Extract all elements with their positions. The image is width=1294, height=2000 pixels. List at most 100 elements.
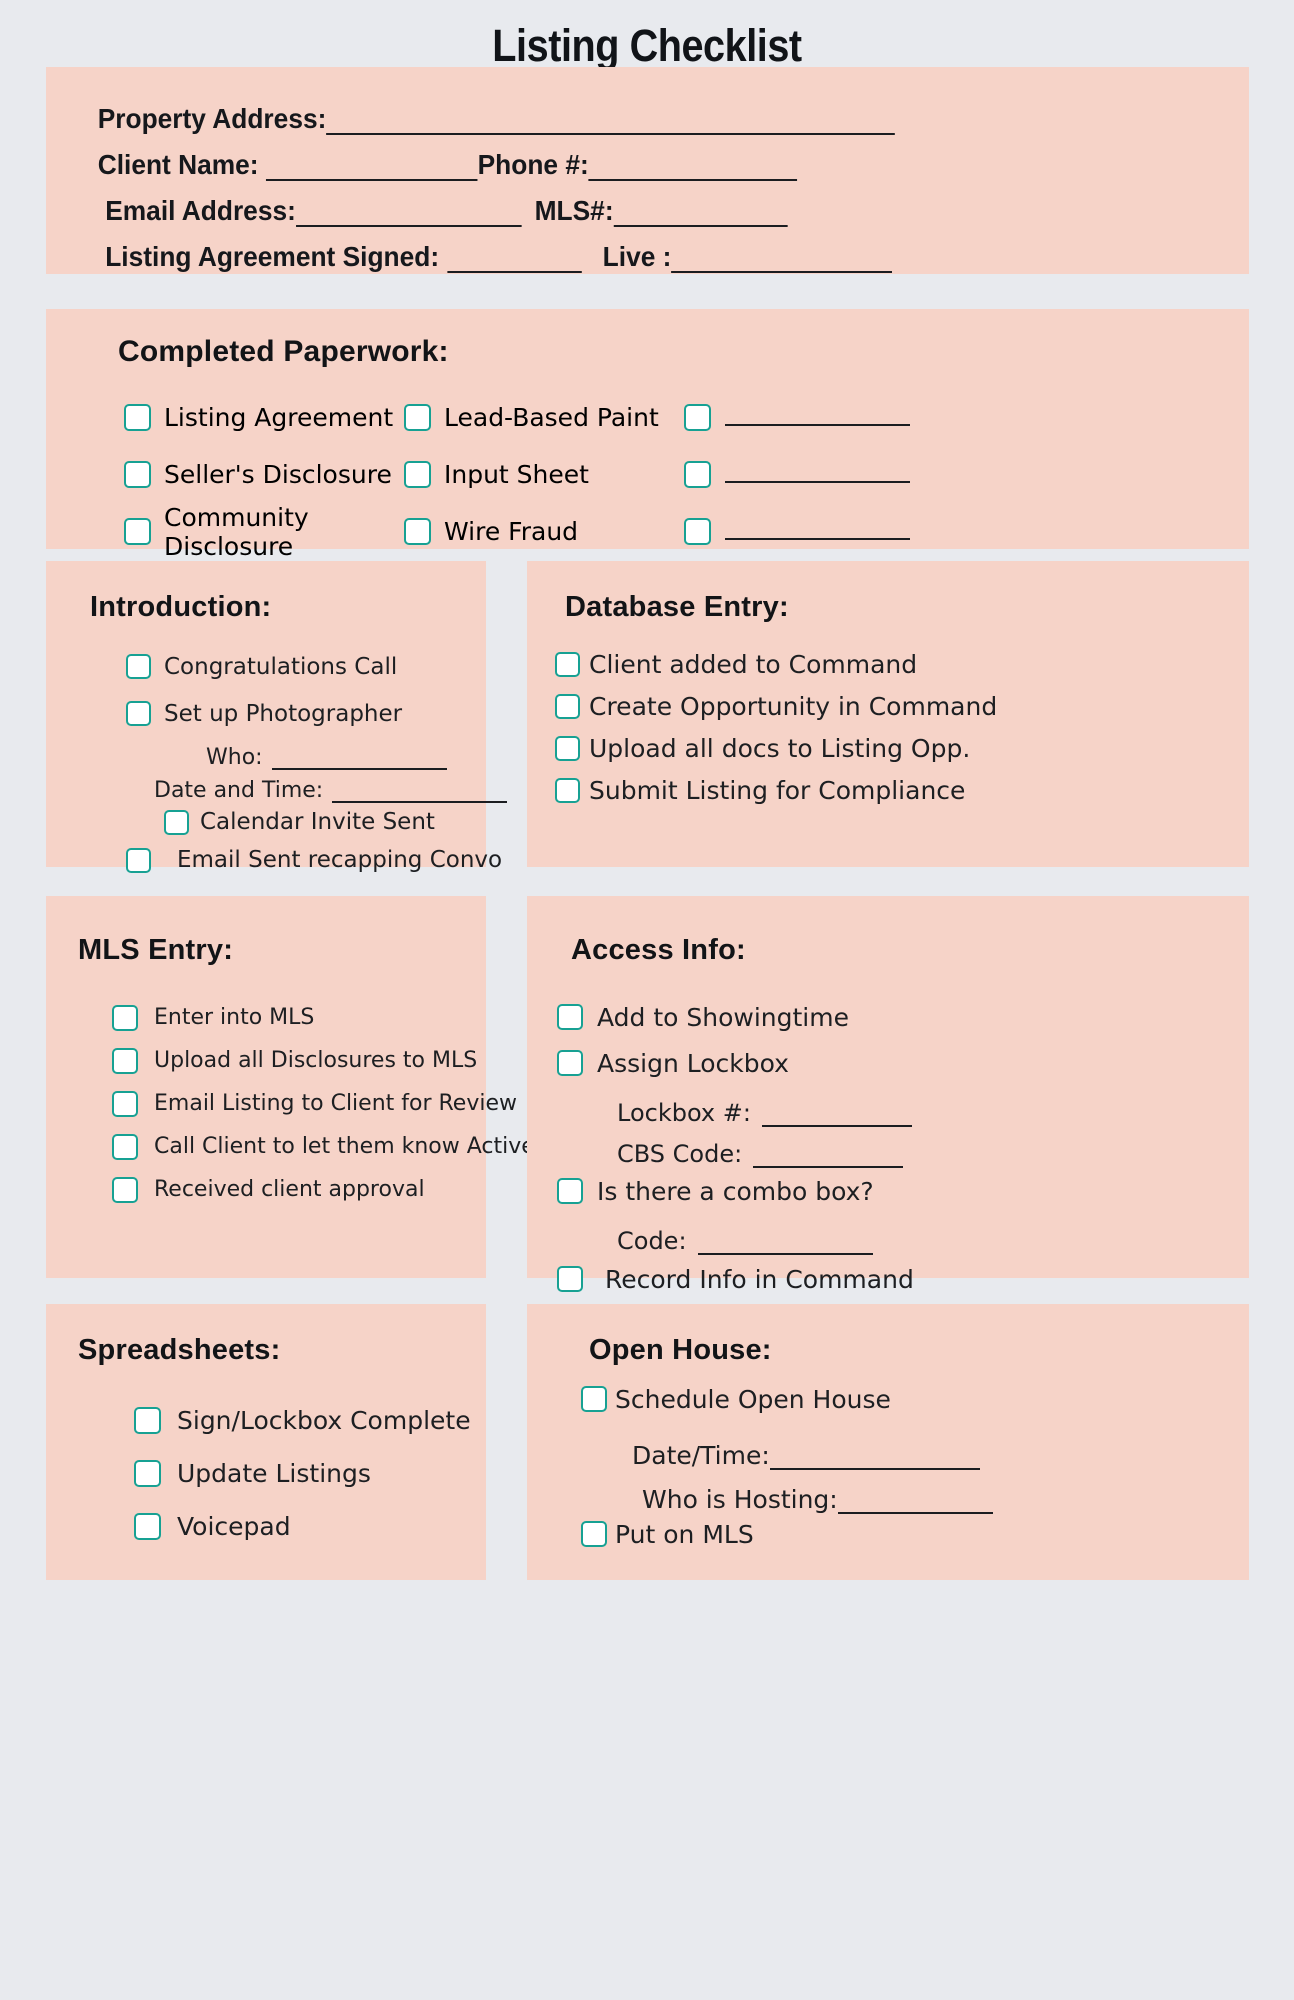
intro-who-blank[interactable] (271, 747, 447, 770)
completed-paperwork-card: Completed Paperwork: Listing Agreement L… (46, 309, 1249, 561)
intro-item-set-up-photographer[interactable]: Set up Photographer (46, 690, 486, 737)
checkbox-icon[interactable] (404, 461, 431, 488)
db-item-client-added-to-command[interactable]: Client added to Command (527, 643, 1249, 685)
db-item-upload-all-docs[interactable]: Upload all docs to Listing Opp. (527, 727, 1249, 769)
checkbox-icon[interactable] (126, 701, 151, 726)
mls-item-email-listing-to-client[interactable]: Email Listing to Client for Review (46, 1082, 517, 1125)
spreadsheet-item-voicepad[interactable]: Voicepad (46, 1500, 486, 1553)
spreadsheet-item-label: Sign/Lockbox Complete (177, 1406, 471, 1435)
property-address-blank[interactable] (326, 109, 896, 135)
open-house-item-schedule[interactable]: Schedule Open House (527, 1376, 1249, 1422)
paperwork-item-community-disclosure[interactable]: Community Disclosure (46, 503, 404, 561)
paperwork-item-lead-based-paint[interactable]: Lead-Based Paint (404, 403, 684, 432)
checkbox-icon[interactable] (134, 1407, 161, 1434)
checkbox-icon[interactable] (557, 1178, 583, 1204)
checkbox-icon[interactable] (555, 651, 580, 677)
completed-paperwork-grid: Listing Agreement Lead-Based Paint Selle… (46, 389, 1249, 561)
checkbox-icon[interactable] (581, 1386, 607, 1412)
access-item-label: Assign Lockbox (597, 1048, 789, 1078)
mls-number-label: MLS#: (534, 195, 614, 226)
access-item-add-to-showingtime[interactable]: Add to Showingtime (527, 994, 1249, 1040)
paperwork-item-input-sheet[interactable]: Input Sheet (404, 460, 684, 489)
paperwork-item-wire-fraud[interactable]: Wire Fraud (404, 517, 684, 546)
checkbox-icon[interactable] (112, 1133, 138, 1160)
access-code-blank[interactable] (697, 1230, 873, 1255)
checkbox-icon[interactable] (126, 847, 151, 873)
open-house-item-put-on-mls[interactable]: Put on MLS (527, 1514, 1249, 1554)
mls-item-label: Call Client to let them know Active (154, 1134, 535, 1159)
checkbox-icon[interactable] (581, 1521, 607, 1547)
paperwork-item-listing-agreement[interactable]: Listing Agreement (46, 403, 404, 432)
open-house-item-label: Schedule Open House (615, 1384, 891, 1414)
spreadsheet-item-sign-lockbox-complete[interactable]: Sign/Lockbox Complete (46, 1394, 486, 1447)
checkbox-icon[interactable] (404, 518, 431, 545)
intro-item-email-sent-recapping-convo[interactable]: Email Sent recapping Convo (46, 841, 502, 879)
mls-item-enter-into-mls[interactable]: Enter into MLS (46, 996, 486, 1039)
db-item-submit-listing-for-compliance[interactable]: Submit Listing for Compliance (527, 769, 1249, 811)
mls-number-blank[interactable] (613, 201, 788, 227)
paperwork-item-custom-1[interactable] (684, 404, 964, 431)
paperwork-row: Seller's Disclosure Input Sheet (46, 446, 1249, 503)
intro-item-label: Email Sent recapping Convo (177, 847, 503, 873)
paperwork-item-sellers-disclosure[interactable]: Seller's Disclosure (46, 460, 404, 489)
checkbox-icon[interactable] (134, 1513, 161, 1540)
email-address-row: Email Address: MLS#: (46, 181, 1177, 227)
checkbox-icon[interactable] (112, 1047, 138, 1074)
checkbox-icon[interactable] (124, 461, 151, 488)
intro-item-calendar-invite-sent[interactable]: Calendar Invite Sent (46, 803, 486, 841)
checkbox-icon[interactable] (684, 404, 711, 431)
checkbox-icon[interactable] (684, 461, 711, 488)
checkbox-icon[interactable] (124, 404, 151, 431)
completed-paperwork-heading: Completed Paperwork: (118, 335, 449, 368)
mls-item-received-client-approval[interactable]: Received client approval (46, 1168, 486, 1211)
access-cbs-code-blank[interactable] (753, 1143, 904, 1168)
paperwork-custom-blank[interactable] (725, 409, 910, 426)
access-lockbox-number-blank[interactable] (761, 1102, 912, 1127)
checkbox-icon[interactable] (557, 1004, 583, 1030)
phone-blank[interactable] (588, 155, 798, 181)
database-entry-heading: Database Entry: (565, 591, 789, 623)
checkbox-icon[interactable] (555, 777, 580, 803)
mls-item-upload-all-disclosures[interactable]: Upload all Disclosures to MLS (46, 1039, 486, 1082)
checkbox-icon[interactable] (112, 1090, 138, 1117)
access-item-assign-lockbox[interactable]: Assign Lockbox (527, 1040, 1249, 1086)
checkbox-icon[interactable] (112, 1004, 138, 1031)
intro-date-time-blank[interactable] (332, 780, 508, 803)
checkbox-icon[interactable] (557, 1050, 583, 1076)
db-item-label: Create Opportunity in Command (589, 691, 998, 721)
live-blank[interactable] (671, 247, 893, 273)
paperwork-item-custom-3[interactable] (684, 518, 964, 545)
open-house-heading: Open House: (589, 1334, 772, 1366)
access-item-record-info-in-command[interactable]: Record Info in Command (527, 1255, 1249, 1303)
property-info-card: Property Address: Client Name: Phone #: … (46, 67, 1249, 274)
open-house-date-time-blank[interactable] (769, 1444, 980, 1470)
phone-label: Phone #: (477, 149, 589, 180)
paperwork-custom-blank[interactable] (725, 466, 910, 483)
paperwork-custom-blank[interactable] (725, 523, 910, 540)
paperwork-item-custom-2[interactable] (684, 461, 964, 488)
intro-date-time-label: Date and Time: (154, 778, 324, 803)
client-name-blank[interactable] (266, 155, 478, 181)
open-house-who-hosting-blank[interactable] (837, 1488, 993, 1514)
listing-agreement-signed-blank[interactable] (447, 247, 583, 273)
email-address-blank[interactable] (295, 201, 522, 227)
mls-entry-heading: MLS Entry: (78, 934, 234, 966)
checkbox-icon[interactable] (126, 654, 151, 679)
mls-item-call-client-active[interactable]: Call Client to let them know Active (46, 1125, 535, 1168)
open-house-who-hosting-row: Who is Hosting: (527, 1470, 1249, 1514)
checkbox-icon[interactable] (112, 1176, 138, 1203)
checkbox-icon[interactable] (555, 693, 580, 719)
access-item-combo-box[interactable]: Is there a combo box? (527, 1168, 1249, 1214)
spreadsheet-item-label: Update Listings (177, 1459, 371, 1488)
checkbox-icon[interactable] (684, 518, 711, 545)
checkbox-icon[interactable] (557, 1266, 583, 1292)
db-item-create-opportunity[interactable]: Create Opportunity in Command (527, 685, 1249, 727)
access-item-label: Record Info in Command (605, 1264, 914, 1294)
checkbox-icon[interactable] (134, 1460, 161, 1487)
checkbox-icon[interactable] (124, 518, 151, 545)
checkbox-icon[interactable] (164, 809, 189, 835)
spreadsheet-item-update-listings[interactable]: Update Listings (46, 1447, 486, 1500)
checkbox-icon[interactable] (555, 735, 580, 761)
intro-item-congratulations-call[interactable]: Congratulations Call (46, 643, 486, 690)
checkbox-icon[interactable] (404, 404, 431, 431)
